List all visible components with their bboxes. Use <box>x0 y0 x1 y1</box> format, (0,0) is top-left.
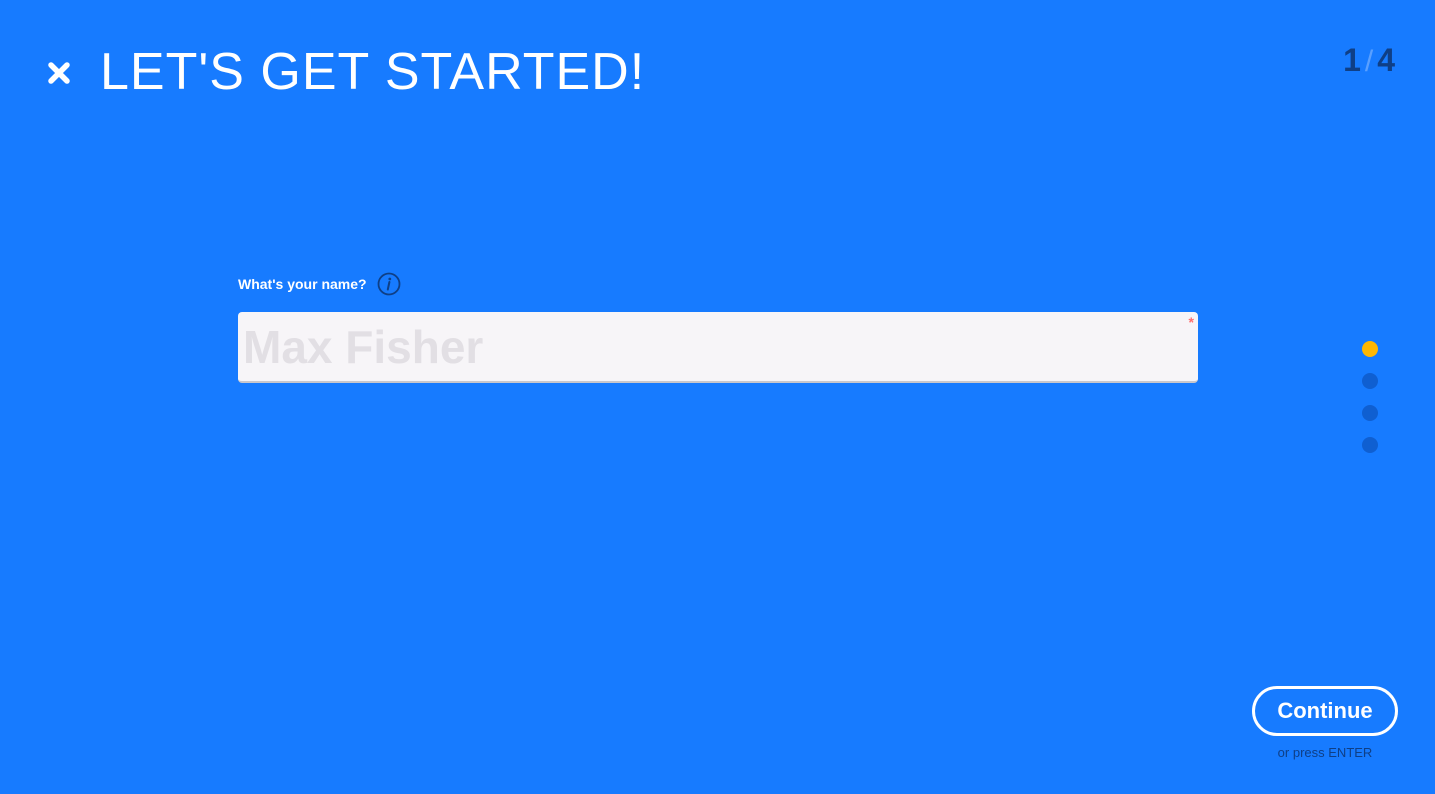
question-row: What's your name? <box>238 272 401 296</box>
continue-button[interactable]: Continue <box>1252 686 1398 736</box>
enter-key-label: ENTER <box>1328 745 1373 760</box>
page-title: LET'S GET STARTED! <box>100 43 646 101</box>
enter-hint-prefix: or press <box>1277 745 1325 760</box>
step-dot-4[interactable] <box>1362 437 1378 453</box>
enter-hint: or press ENTER <box>1252 745 1398 760</box>
onboarding-page: LET'S GET STARTED! 1/4 What's your name?… <box>0 0 1435 794</box>
question-label: What's your name? <box>238 276 367 292</box>
required-asterisk: * <box>1188 314 1194 330</box>
name-field: * <box>238 312 1198 383</box>
info-circle-icon[interactable] <box>377 272 401 296</box>
close-icon[interactable] <box>44 58 74 88</box>
step-dot-3[interactable] <box>1362 405 1378 421</box>
step-dot-2[interactable] <box>1362 373 1378 389</box>
step-counter: 1/4 <box>1343 42 1395 79</box>
step-dot-1[interactable] <box>1362 341 1378 357</box>
name-input[interactable] <box>238 312 1198 381</box>
step-counter-current: 1 <box>1343 42 1361 78</box>
step-counter-separator: / <box>1364 45 1374 78</box>
step-indicator <box>1362 341 1378 453</box>
step-counter-total: 4 <box>1377 42 1395 78</box>
